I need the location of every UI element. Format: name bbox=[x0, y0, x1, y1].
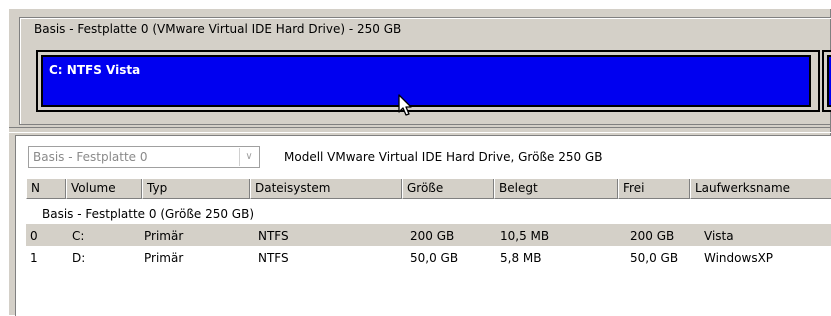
cell-n: 1 bbox=[30, 251, 38, 265]
column-header-typ[interactable]: Typ bbox=[142, 179, 250, 199]
column-header-laufwerksname[interactable]: Laufwerksname bbox=[690, 179, 831, 199]
cell-n: 0 bbox=[30, 229, 38, 243]
group-label: Basis - Festplatte 0 (Größe 250 GB) bbox=[42, 207, 255, 221]
disk-title: Basis - Festplatte 0 (VMware Virtual IDE… bbox=[34, 22, 402, 36]
partition-d-block[interactable]: D bbox=[827, 55, 831, 107]
partition-d-frame[interactable]: D bbox=[822, 50, 831, 112]
cell-groesse: 200 GB bbox=[410, 229, 455, 243]
cell-typ: Primär bbox=[144, 251, 184, 265]
cell-volume: D: bbox=[72, 251, 86, 265]
cell-volume: C: bbox=[72, 229, 85, 243]
partition-list-pane: Basis - Festplatte 0 ∨ Modell VMware Vir… bbox=[15, 135, 831, 316]
partition-c-block[interactable]: C: NTFS Vista bbox=[41, 55, 811, 107]
partition-c-frame[interactable]: C: NTFS Vista bbox=[36, 50, 820, 112]
table-row[interactable]: 0 C: Primär NTFS 200 GB 10,5 MB 200 GB V… bbox=[26, 224, 831, 246]
disk-manager-panel: Basis - Festplatte 0 (VMware Virtual IDE… bbox=[8, 8, 831, 316]
disk-select[interactable]: Basis - Festplatte 0 ∨ bbox=[28, 146, 260, 168]
column-header-dateisystem[interactable]: Dateisystem bbox=[250, 179, 402, 199]
column-header-n[interactable]: N bbox=[26, 179, 66, 199]
column-header-frei[interactable]: Frei bbox=[618, 179, 690, 199]
table-header: N Volume Typ Dateisystem Größe Belegt Fr… bbox=[26, 178, 831, 199]
list-toolbar: Basis - Festplatte 0 ∨ Modell VMware Vir… bbox=[16, 136, 831, 170]
mouse-pointer-icon bbox=[398, 94, 412, 116]
disk-map-group: Basis - Festplatte 0 (VMware Virtual IDE… bbox=[19, 17, 831, 125]
cell-name: Vista bbox=[704, 229, 734, 243]
cell-groesse: 50,0 GB bbox=[410, 251, 459, 265]
cell-name: WindowsXP bbox=[704, 251, 774, 265]
cell-typ: Primär bbox=[144, 229, 184, 243]
cell-dateisystem: NTFS bbox=[258, 229, 289, 243]
column-header-groesse[interactable]: Größe bbox=[402, 179, 494, 199]
cell-belegt: 10,5 MB bbox=[500, 229, 550, 243]
partition-c-label: C: NTFS Vista bbox=[49, 63, 141, 77]
cell-belegt: 5,8 MB bbox=[500, 251, 542, 265]
model-info: Modell VMware Virtual IDE Hard Drive, Gr… bbox=[284, 150, 603, 164]
cell-frei: 50,0 GB bbox=[630, 251, 679, 265]
disk-select-value: Basis - Festplatte 0 bbox=[33, 150, 148, 164]
column-header-volume[interactable]: Volume bbox=[66, 179, 142, 199]
group-row[interactable]: Basis - Festplatte 0 (Größe 250 GB) bbox=[26, 202, 831, 224]
cell-dateisystem: NTFS bbox=[258, 251, 289, 265]
column-header-belegt[interactable]: Belegt bbox=[494, 179, 618, 199]
cell-frei: 200 GB bbox=[630, 229, 675, 243]
table-row[interactable]: 1 D: Primär NTFS 50,0 GB 5,8 MB 50,0 GB … bbox=[26, 246, 831, 268]
pane-splitter[interactable] bbox=[9, 127, 831, 133]
chevron-down-icon[interactable]: ∨ bbox=[239, 148, 258, 166]
